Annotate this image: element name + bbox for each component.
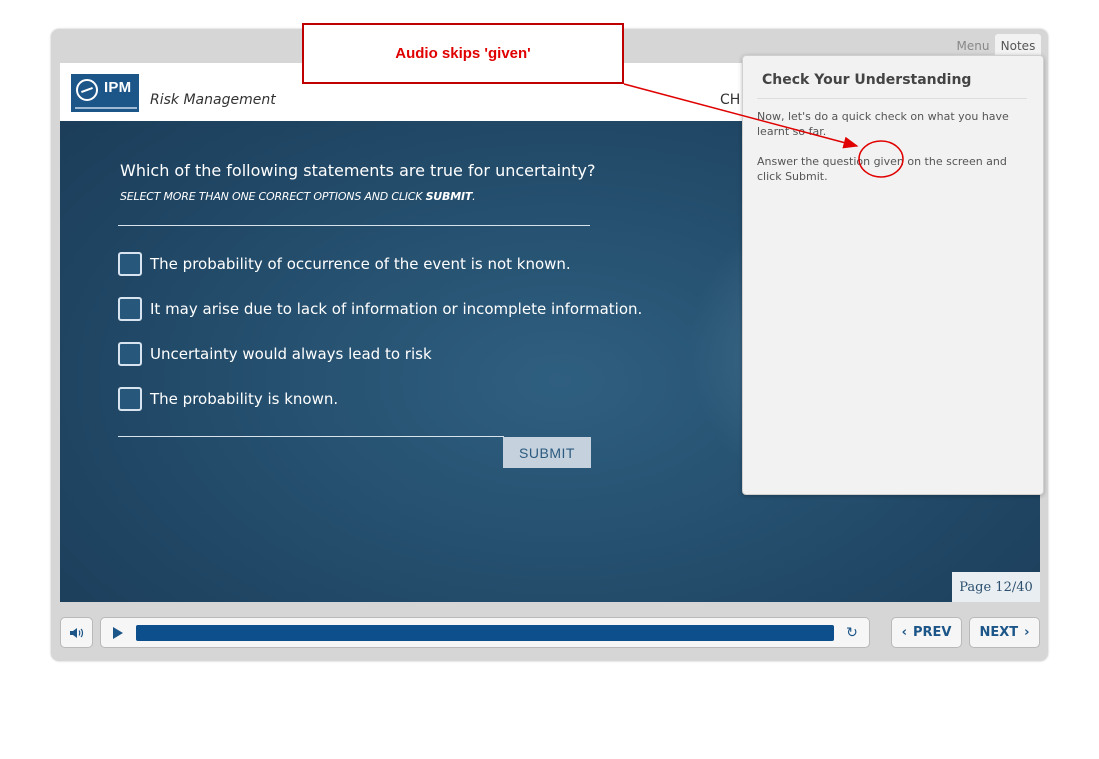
ipm-logo: IPM [71, 74, 139, 112]
prev-label: PREV [912, 625, 952, 640]
page-indicator: Page 12/40 [952, 572, 1040, 602]
instruction-prefix: SELECT MORE THAN ONE CORRECT OPTIONS AND… [120, 190, 426, 203]
play-icon[interactable] [113, 627, 123, 639]
option-1[interactable]: The probability of occurrence of the eve… [118, 250, 571, 278]
question-text: Which of the following statements are tr… [120, 161, 596, 180]
progress-track[interactable] [136, 625, 834, 641]
notes-paragraph: Now, let's do a quick check on what you … [757, 110, 1009, 138]
option-label: The probability is known. [150, 390, 339, 408]
divider [118, 436, 504, 437]
course-title: Risk Management [150, 92, 276, 108]
option-checkbox[interactable] [118, 342, 142, 366]
chevron-right-icon: › [1024, 625, 1030, 640]
instruction-bold: SUBMIT [425, 190, 473, 203]
volume-button[interactable] [60, 617, 93, 648]
chevron-left-icon: ‹ [901, 625, 907, 640]
option-label: Uncertainty would always lead to risk [150, 345, 432, 363]
option-checkbox[interactable] [118, 252, 142, 276]
chapter-title: CH [720, 92, 741, 108]
divider [118, 225, 590, 226]
instruction-text: SELECT MORE THAN ONE CORRECT OPTIONS AND… [120, 190, 476, 203]
option-4[interactable]: The probability is known. [118, 385, 338, 413]
option-checkbox[interactable] [118, 387, 142, 411]
option-label: It may arise due to lack of information … [150, 300, 643, 318]
annotation-callout: Audio skips 'given' [302, 23, 624, 84]
notes-paragraph: Answer the question given on the screen … [757, 155, 1007, 183]
option-2[interactable]: It may arise due to lack of information … [118, 295, 642, 323]
replay-icon[interactable]: ↻ [844, 625, 860, 641]
playback-bar: ↻ [100, 617, 870, 648]
submit-button[interactable]: SUBMIT [503, 437, 591, 468]
instruction-suffix: . [472, 190, 476, 203]
prev-button[interactable]: ‹ PREV [891, 617, 962, 648]
lt-emblem-icon [76, 79, 98, 101]
notes-title: Check Your Understanding [762, 72, 972, 88]
speaker-icon [69, 627, 83, 638]
progress-fill [136, 625, 834, 641]
notes-panel: Check Your Understanding Now, let's do a… [742, 55, 1044, 495]
option-3[interactable]: Uncertainty would always lead to risk [118, 340, 432, 368]
logo-tagline [75, 107, 137, 109]
annotation-text: Audio skips 'given' [395, 45, 531, 62]
next-label: NEXT [979, 625, 1019, 640]
option-label: The probability of occurrence of the eve… [150, 255, 571, 273]
divider [757, 98, 1027, 99]
option-checkbox[interactable] [118, 297, 142, 321]
next-button[interactable]: NEXT › [969, 617, 1040, 648]
logo-text: IPM [104, 79, 132, 96]
